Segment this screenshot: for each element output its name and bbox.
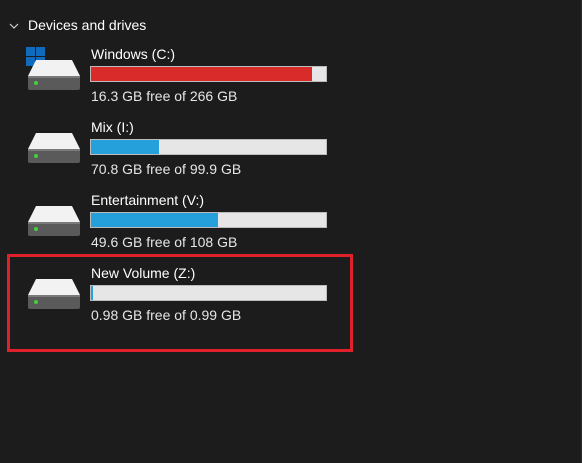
hard-drive-icon <box>24 192 84 242</box>
hard-drive-icon <box>24 119 84 169</box>
drive-free-space: 0.98 GB free of 0.99 GB <box>91 307 242 323</box>
drive-item-c[interactable]: Windows (C:) 16.3 GB free of 266 GB <box>24 46 344 108</box>
storage-usage-fill <box>91 286 94 300</box>
drive-item-v[interactable]: Entertainment (V:) 49.6 GB free of 108 G… <box>24 192 344 254</box>
storage-usage-bar <box>90 285 327 301</box>
drive-name: New Volume (Z:) <box>91 265 196 281</box>
drive-free-space: 70.8 GB free of 99.9 GB <box>91 161 242 177</box>
storage-usage-bar <box>90 66 327 82</box>
devices-panel: Devices and drives Windows (C:) 16.3 GB … <box>0 0 582 463</box>
storage-usage-fill <box>91 67 312 81</box>
drive-item-z[interactable]: New Volume (Z:) 0.98 GB free of 0.99 GB <box>24 265 344 327</box>
drive-item-i[interactable]: Mix (I:) 70.8 GB free of 99.9 GB <box>24 119 344 181</box>
drive-name: Entertainment (V:) <box>91 192 205 208</box>
drive-free-space: 49.6 GB free of 108 GB <box>91 234 238 250</box>
drive-free-space: 16.3 GB free of 266 GB <box>91 88 238 104</box>
chevron-down-icon[interactable] <box>8 19 20 31</box>
section-title: Devices and drives <box>28 17 147 33</box>
section-header-devices[interactable]: Devices and drives <box>8 14 146 36</box>
storage-usage-bar <box>90 212 327 228</box>
drive-name: Windows (C:) <box>91 46 176 62</box>
storage-usage-fill <box>91 140 160 154</box>
storage-usage-bar <box>90 139 327 155</box>
storage-usage-fill <box>91 213 219 227</box>
hard-drive-icon <box>24 265 84 315</box>
drive-name: Mix (I:) <box>91 119 134 135</box>
system-drive-icon <box>24 46 84 96</box>
